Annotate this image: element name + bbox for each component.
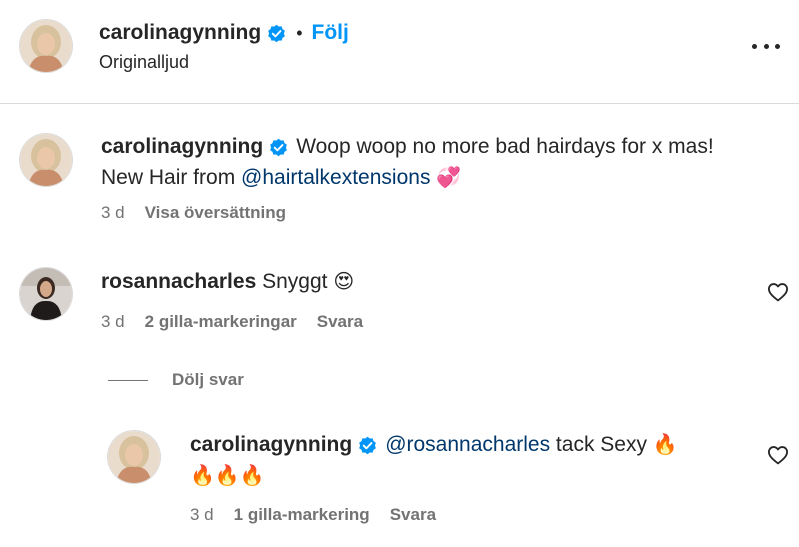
comment-meta: 3 d 2 gilla-markeringar Svara <box>101 312 383 332</box>
post-header: carolinagynning • Följ Originalljud <box>0 0 799 104</box>
avatar[interactable] <box>20 134 72 186</box>
timestamp[interactable]: 3 d <box>101 312 125 332</box>
avatar[interactable] <box>108 431 160 483</box>
hide-replies-button[interactable]: Dölj svar <box>108 370 244 390</box>
fire-emoji: 🔥 <box>652 432 678 456</box>
likes-count-button[interactable]: 2 gilla-markeringar <box>145 312 297 332</box>
username-link[interactable]: carolinagynning <box>101 135 263 158</box>
avatar[interactable] <box>20 268 72 320</box>
reply-body: tack Sexy <box>550 433 653 456</box>
header-title-row: carolinagynning • Följ <box>99 20 349 46</box>
timestamp[interactable]: 3 d <box>101 203 125 223</box>
username-link[interactable]: carolinagynning <box>99 21 261 45</box>
hide-replies-label: Dölj svar <box>172 370 244 389</box>
verified-badge-icon <box>267 24 286 43</box>
reply-button[interactable]: Svara <box>390 505 436 525</box>
hearts-emoji: 💞 <box>436 165 462 189</box>
heart-icon[interactable] <box>767 282 789 302</box>
reply-button[interactable]: Svara <box>317 312 363 332</box>
follow-button[interactable]: Följ <box>312 21 349 45</box>
caption-meta: 3 d Visa översättning <box>101 203 306 223</box>
mention-link[interactable]: @rosannacharles <box>385 433 550 456</box>
reply-text: carolinagynning @rosannacharles tack Sexy… <box>190 429 740 491</box>
avatar[interactable] <box>20 20 72 72</box>
username-link[interactable]: carolinagynning <box>190 433 352 456</box>
comment-body: Snyggt <box>262 270 328 293</box>
divider-line <box>108 379 148 381</box>
likes-count-button[interactable]: 1 gilla-markering <box>234 505 370 525</box>
heart-eyes-emoji: 😍 <box>333 269 355 293</box>
reply-meta: 3 d 1 gilla-markering Svara <box>190 505 456 525</box>
comment-text: rosannacharles Snyggt 😍 <box>101 266 741 297</box>
verified-badge-icon <box>358 436 377 455</box>
translate-button[interactable]: Visa översättning <box>145 203 286 223</box>
username-link[interactable]: rosannacharles <box>101 270 256 293</box>
more-options-icon[interactable] <box>752 36 780 56</box>
separator-dot: • <box>296 22 303 43</box>
timestamp[interactable]: 3 d <box>190 505 214 525</box>
caption-text: carolinagynning Woop woop no more bad hai… <box>101 131 741 193</box>
mention-link[interactable]: @hairtalkextensions <box>241 166 430 189</box>
fire-emoji: 🔥🔥🔥 <box>190 463 265 487</box>
verified-badge-icon <box>269 138 288 157</box>
audio-label[interactable]: Originalljud <box>99 52 189 73</box>
heart-icon[interactable] <box>767 445 789 465</box>
